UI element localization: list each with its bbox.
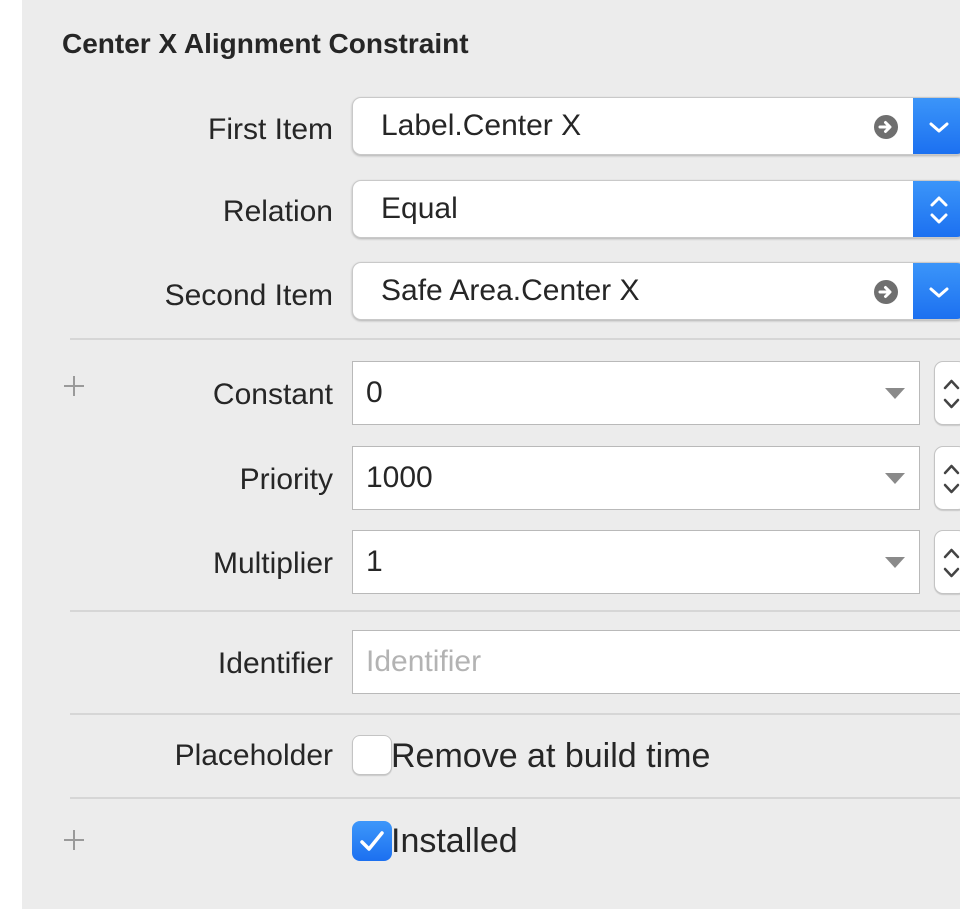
installed-label[interactable]: Installed	[391, 822, 518, 861]
arrow-circle-right-icon[interactable]	[874, 115, 898, 139]
plus-icon[interactable]	[62, 828, 86, 852]
priority-value: 1000	[366, 461, 433, 494]
arrow-circle-right-icon[interactable]	[874, 280, 898, 304]
triangle-down-icon[interactable]	[885, 557, 905, 568]
constant-stepper[interactable]	[934, 361, 960, 425]
priority-field[interactable]: 1000	[352, 446, 920, 510]
multiplier-label: Multiplier	[212, 547, 333, 580]
multiplier-value: 1	[366, 545, 383, 578]
first-item-popup[interactable]: Label.Center X	[352, 97, 960, 155]
first-item-value: Label.Center X	[381, 109, 582, 142]
triangle-down-icon[interactable]	[885, 473, 905, 484]
separator	[70, 338, 960, 340]
chevron-down-icon[interactable]	[913, 263, 960, 319]
separator	[70, 797, 960, 799]
relation-popup[interactable]: Equal	[352, 180, 960, 238]
relation-value: Equal	[381, 192, 458, 225]
multiplier-field[interactable]: 1	[352, 530, 920, 594]
relation-label: Relation	[222, 195, 333, 228]
remove-at-build-time-label[interactable]: Remove at build time	[391, 737, 710, 776]
identifier-label: Identifier	[217, 647, 333, 680]
installed-checkbox[interactable]	[352, 821, 392, 861]
priority-stepper[interactable]	[934, 446, 960, 510]
separator	[70, 610, 960, 612]
first-item-label: First Item	[208, 113, 333, 146]
panel-title: Center X Alignment Constraint	[62, 28, 469, 59]
priority-label: Priority	[239, 463, 333, 496]
constant-label: Constant	[212, 378, 333, 411]
second-item-popup[interactable]: Safe Area.Center X	[352, 262, 960, 320]
multiplier-stepper[interactable]	[934, 530, 960, 594]
chevron-up-down-icon[interactable]	[913, 181, 960, 237]
identifier-field[interactable]	[352, 630, 960, 694]
separator	[70, 713, 960, 715]
constant-field[interactable]: 0	[352, 361, 920, 425]
triangle-down-icon[interactable]	[885, 388, 905, 399]
placeholder-label: Placeholder	[174, 739, 333, 772]
chevron-down-icon[interactable]	[913, 98, 960, 154]
remove-at-build-time-checkbox[interactable]	[352, 735, 392, 775]
identifier-input[interactable]	[353, 631, 960, 693]
second-item-label: Second Item	[164, 279, 333, 312]
constant-value: 0	[366, 376, 383, 409]
constraint-inspector-panel: Center X Alignment Constraint First Item…	[22, 0, 960, 909]
second-item-value: Safe Area.Center X	[381, 274, 640, 307]
checkmark-icon	[360, 831, 384, 851]
